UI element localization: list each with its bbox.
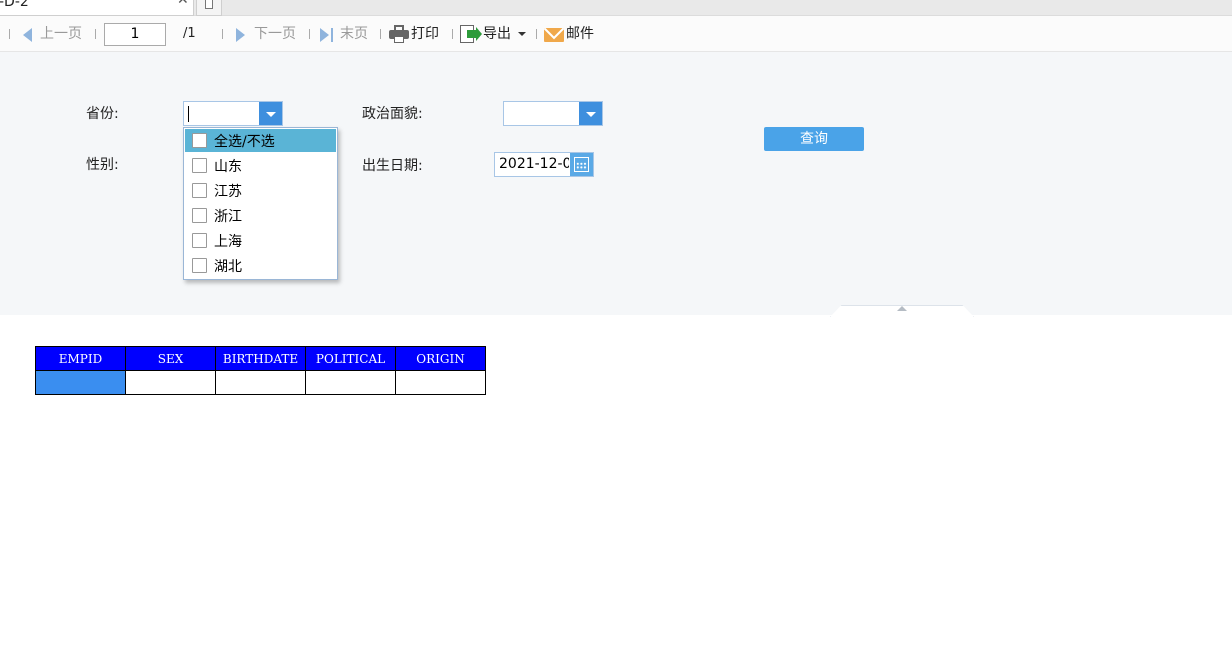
chevron-down-icon — [266, 112, 276, 117]
page-number-input[interactable]: 1 — [104, 23, 166, 46]
political-dropdown-button[interactable] — [579, 102, 602, 125]
toolbar-separator — [380, 29, 381, 39]
report-table: EMPID SEX BIRTHDATE POLITICAL ORIGIN — [35, 346, 486, 395]
dropdown-item[interactable]: 湖北 — [185, 254, 336, 277]
birthdate-value: 2021-12-0 — [499, 156, 569, 172]
dropdown-item-label: 浙江 — [214, 209, 242, 225]
province-dropdown-button[interactable] — [259, 102, 282, 125]
new-tab-button[interactable] — [196, 0, 222, 16]
dropdown-item-label: 湖北 — [214, 259, 242, 275]
table-row — [35, 370, 486, 395]
mail-icon[interactable] — [544, 28, 564, 42]
toolbar-separator — [95, 29, 96, 39]
tab-strip: -D-2 ✕ — [0, 0, 1232, 16]
dropdown-item[interactable]: 山东 — [185, 154, 336, 177]
birthdate-label: 出生日期: — [362, 158, 423, 174]
column-header-origin: ORIGIN — [395, 346, 486, 371]
column-header-sex: SEX — [125, 346, 216, 371]
chevron-down-icon — [586, 112, 596, 117]
table-cell[interactable] — [395, 370, 486, 395]
sex-label: 性别: — [86, 157, 119, 173]
dropdown-item[interactable]: 上海 — [185, 229, 336, 252]
dropdown-item-select-all[interactable]: 全选/不选 — [185, 129, 336, 152]
toolbar-separator — [452, 29, 453, 39]
dropdown-item[interactable]: 浙江 — [185, 204, 336, 227]
chevron-down-icon[interactable] — [518, 32, 526, 36]
last-page-icon[interactable] — [320, 28, 329, 42]
report-toolbar: 上一页 1 /1 下一页 末页 打印 导出 邮件 — [0, 16, 1232, 52]
checkbox[interactable] — [192, 208, 207, 223]
printer-icon[interactable] — [389, 25, 409, 43]
checkbox[interactable] — [192, 183, 207, 198]
table-cell-selected[interactable] — [35, 370, 126, 395]
tab-title: -D-2 — [0, 0, 29, 10]
last-page-bar — [331, 28, 333, 42]
table-cell[interactable] — [305, 370, 396, 395]
province-combo[interactable] — [183, 101, 283, 126]
table-cell[interactable] — [215, 370, 306, 395]
political-label: 政治面貌: — [362, 106, 423, 122]
checkbox[interactable] — [192, 258, 207, 273]
text-cursor — [188, 106, 189, 122]
mail-button[interactable]: 邮件 — [566, 24, 594, 44]
table-header-row: EMPID SEX BIRTHDATE POLITICAL ORIGIN — [35, 346, 486, 371]
province-label: 省份: — [86, 106, 119, 122]
dropdown-item-label: 江苏 — [214, 184, 242, 200]
birthdate-field[interactable]: 2021-12-0 — [494, 152, 594, 177]
last-page-button[interactable]: 末页 — [340, 24, 368, 44]
toolbar-separator — [9, 29, 10, 39]
province-dropdown-list: 全选/不选 山东 江苏 浙江 上海 湖北 — [183, 127, 338, 280]
print-button[interactable]: 打印 — [411, 24, 439, 44]
table-cell[interactable] — [125, 370, 216, 395]
prev-page-icon[interactable] — [23, 28, 32, 42]
query-button[interactable]: 查询 — [764, 127, 864, 151]
new-tab-icon — [205, 0, 213, 9]
checkbox[interactable] — [192, 158, 207, 173]
export-button[interactable]: 导出 — [483, 24, 511, 44]
column-header-empid: EMPID — [35, 346, 126, 371]
dropdown-item-label: 山东 — [214, 159, 242, 175]
calendar-button[interactable] — [570, 153, 593, 176]
close-icon[interactable]: ✕ — [177, 0, 189, 8]
page-total: /1 — [183, 26, 196, 41]
dropdown-item-label: 上海 — [214, 234, 242, 250]
column-header-political: POLITICAL — [305, 346, 396, 371]
toolbar-separator — [222, 29, 223, 39]
prev-page-button[interactable]: 上一页 — [40, 24, 82, 44]
checkbox[interactable] — [192, 233, 207, 248]
dropdown-item[interactable]: 江苏 — [185, 179, 336, 202]
next-page-button[interactable]: 下一页 — [254, 24, 296, 44]
report-tab[interactable]: -D-2 ✕ — [0, 0, 194, 16]
next-page-icon[interactable] — [236, 28, 245, 42]
collapse-panel-button[interactable] — [830, 305, 974, 317]
checkbox[interactable] — [192, 133, 207, 148]
export-icon[interactable] — [460, 25, 482, 45]
dropdown-item-label: 全选/不选 — [214, 134, 275, 150]
toolbar-separator — [309, 29, 310, 39]
toolbar-separator — [536, 29, 537, 39]
column-header-birthdate: BIRTHDATE — [215, 346, 306, 371]
chevron-up-icon — [897, 306, 907, 311]
political-combo[interactable] — [503, 101, 603, 126]
